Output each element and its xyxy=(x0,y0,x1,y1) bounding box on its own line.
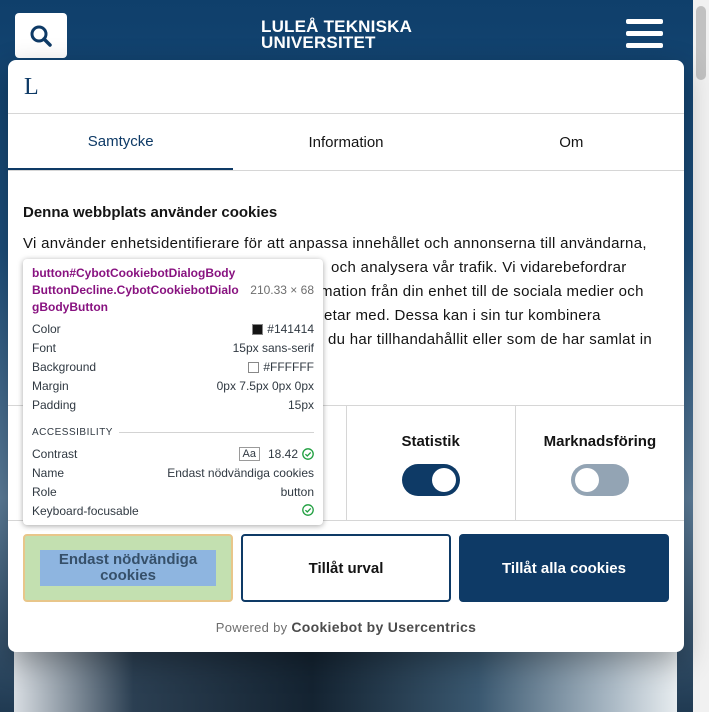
menu-bar xyxy=(626,31,663,36)
check-icon xyxy=(302,504,314,516)
dialog-heading: Denna webbplats använder cookies xyxy=(23,204,278,221)
row-value: button xyxy=(280,485,314,499)
row-label: Contrast xyxy=(32,447,78,461)
element-dimensions: 210.33 × 68 xyxy=(250,283,314,297)
tooltip-row-contrast: Contrast Aa 18.42 xyxy=(32,447,314,461)
tooltip-row-color: Color #141414 xyxy=(32,322,314,336)
menu-bar xyxy=(626,43,663,48)
row-label: Keyboard-focusable xyxy=(32,504,139,518)
row-label: Name xyxy=(32,466,65,480)
scrollbar[interactable] xyxy=(693,0,709,712)
category-statistics: Statistik xyxy=(345,406,515,520)
dialog-tabs: Samtycke Information Om xyxy=(8,114,684,171)
element-selector: button#CybotCookiebotDialogBodyButtonDec… xyxy=(32,265,242,316)
row-label: Role xyxy=(32,485,57,499)
dialog-logo: L xyxy=(24,74,39,100)
row-value: #141414 xyxy=(267,322,314,336)
scrollbar-thumb[interactable] xyxy=(696,6,706,80)
decline-button[interactable]: Endast nödvändiga cookies xyxy=(23,534,233,602)
site-logo[interactable]: LULEÅ TEKNISKA UNIVERSITET xyxy=(261,18,412,52)
row-value: 15px sans-serif xyxy=(232,341,314,355)
row-label: Background xyxy=(32,360,97,374)
color-swatch xyxy=(248,361,260,373)
allow-selection-button[interactable]: Tillåt urval xyxy=(241,534,451,602)
check-icon xyxy=(302,448,314,460)
category-label: Marknadsföring xyxy=(543,433,657,450)
selector-tag: button xyxy=(32,266,70,280)
tab-om[interactable]: Om xyxy=(459,114,684,170)
logo-line-2: UNIVERSITET xyxy=(261,33,376,52)
accessibility-heading-text: ACCESSIBILITY xyxy=(32,427,113,438)
statistics-toggle[interactable] xyxy=(401,464,460,496)
tooltip-row-keyboard-focusable: Keyboard-focusable xyxy=(32,504,314,518)
tooltip-row-margin: Margin 0px 7.5px 0px 0px xyxy=(32,379,314,393)
row-label: Font xyxy=(32,341,57,355)
powered-by-brand: Cookiebot by Usercentrics xyxy=(291,619,477,635)
category-marketing: Marknadsföring xyxy=(514,406,684,520)
tooltip-row-role: Role button xyxy=(32,485,314,499)
toggle-knob xyxy=(431,468,456,492)
category-label: Statistik xyxy=(401,433,460,450)
row-value: #FFFFFF xyxy=(263,360,314,374)
devtools-inspect-tooltip: button#CybotCookiebotDialogBodyButtonDec… xyxy=(23,259,323,525)
search-icon xyxy=(30,25,52,47)
dialog-header: L xyxy=(8,60,684,114)
row-value: 0px 7.5px 0px 0px xyxy=(216,379,314,393)
powered-by[interactable]: Powered by Cookiebot by Usercentrics xyxy=(8,619,684,635)
tooltip-row-padding: Padding 15px xyxy=(32,398,314,412)
contrast-badge: Aa xyxy=(238,447,260,461)
tooltip-row-background: Background #FFFFFF xyxy=(32,360,314,374)
allow-all-button[interactable]: Tillåt alla cookies xyxy=(459,534,669,602)
decline-button-label: Endast nödvändiga cookies xyxy=(40,550,216,586)
search-button[interactable] xyxy=(15,13,67,58)
menu-button[interactable] xyxy=(626,19,663,51)
row-label: Padding xyxy=(32,398,77,412)
accessibility-heading: ACCESSIBILITY xyxy=(32,427,314,438)
tooltip-row-font: Font 15px sans-serif xyxy=(32,341,314,355)
row-value: 18.42 xyxy=(267,447,298,461)
row-value: 15px xyxy=(287,398,314,412)
row-value: Endast nödvändiga cookies xyxy=(167,466,314,480)
tooltip-row-name: Name Endast nödvändiga cookies xyxy=(32,466,314,480)
menu-bar xyxy=(626,19,663,24)
background-photo xyxy=(14,650,677,712)
tab-information[interactable]: Information xyxy=(233,114,458,170)
row-label: Margin xyxy=(32,379,69,393)
dialog-buttons: Endast nödvändiga cookies Tillåt urval T… xyxy=(23,534,669,602)
toggle-knob xyxy=(574,468,599,492)
powered-by-prefix: Powered by xyxy=(215,620,288,635)
tab-samtycke[interactable]: Samtycke xyxy=(8,114,234,170)
divider xyxy=(118,432,314,433)
marketing-toggle[interactable] xyxy=(570,464,629,496)
dialog-text-line: Vi använder enhetsidentifierare för att … xyxy=(23,235,647,252)
row-label: Color xyxy=(32,322,61,336)
color-swatch xyxy=(252,323,264,335)
